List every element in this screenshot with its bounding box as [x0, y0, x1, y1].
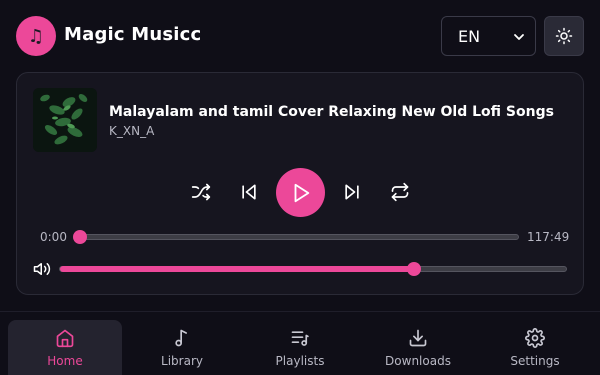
repeat-icon — [391, 182, 409, 202]
nav-label: Library — [161, 354, 203, 368]
progress-bar[interactable] — [73, 230, 519, 244]
sun-icon — [555, 27, 573, 45]
album-art — [33, 88, 97, 152]
music-note-icon: ♫ — [27, 25, 45, 47]
home-icon — [56, 329, 74, 348]
nav-label: Settings — [510, 354, 560, 368]
shuffle-icon — [191, 183, 211, 201]
app-title: Magic Musicc — [64, 24, 202, 45]
volume-button[interactable] — [31, 258, 53, 280]
language-value: EN — [458, 26, 481, 46]
language-select[interactable]: EN — [441, 16, 536, 56]
previous-button[interactable] — [237, 180, 261, 204]
player-card: Malayalam and tamil Cover Relaxing New O… — [16, 72, 584, 295]
play-button[interactable] — [276, 168, 325, 217]
nav-item-playlists[interactable]: Playlists — [243, 320, 357, 375]
volume-slider[interactable] — [59, 262, 567, 276]
download-icon — [409, 329, 427, 347]
nav-item-home[interactable]: Home — [8, 320, 122, 375]
app-logo: ♫ — [16, 16, 56, 56]
song-title: Malayalam and tamil Cover Relaxing New O… — [109, 104, 554, 120]
repeat-button[interactable] — [388, 180, 412, 204]
theme-toggle-button[interactable] — [544, 16, 584, 56]
shuffle-button[interactable] — [189, 180, 213, 204]
next-button[interactable] — [340, 180, 364, 204]
duration: 117:49 — [527, 230, 570, 244]
album-art-image — [33, 88, 97, 152]
progress-handle[interactable] — [73, 230, 87, 244]
music-note-icon — [175, 329, 187, 347]
nav-item-library[interactable]: Library — [125, 320, 239, 375]
bottom-nav: Home Library Playlists Downloads Setting… — [0, 311, 600, 375]
volume-handle[interactable] — [407, 262, 421, 276]
next-icon — [345, 184, 359, 200]
nav-label: Playlists — [275, 354, 325, 368]
playlist-icon — [291, 331, 309, 346]
gear-icon — [525, 328, 545, 348]
previous-icon — [242, 184, 256, 200]
nav-label: Downloads — [385, 354, 451, 368]
song-artist: K_XN_A — [109, 124, 155, 138]
volume-icon — [33, 263, 51, 275]
nav-item-downloads[interactable]: Downloads — [361, 320, 475, 375]
nav-item-settings[interactable]: Settings — [478, 320, 592, 375]
current-time: 0:00 — [40, 230, 67, 244]
app-header: ♫ Magic Musicc EN — [0, 0, 600, 72]
volume-fill — [60, 266, 414, 272]
play-icon — [294, 183, 309, 202]
nav-label: Home — [47, 354, 83, 368]
chevron-down-icon — [514, 34, 524, 40]
